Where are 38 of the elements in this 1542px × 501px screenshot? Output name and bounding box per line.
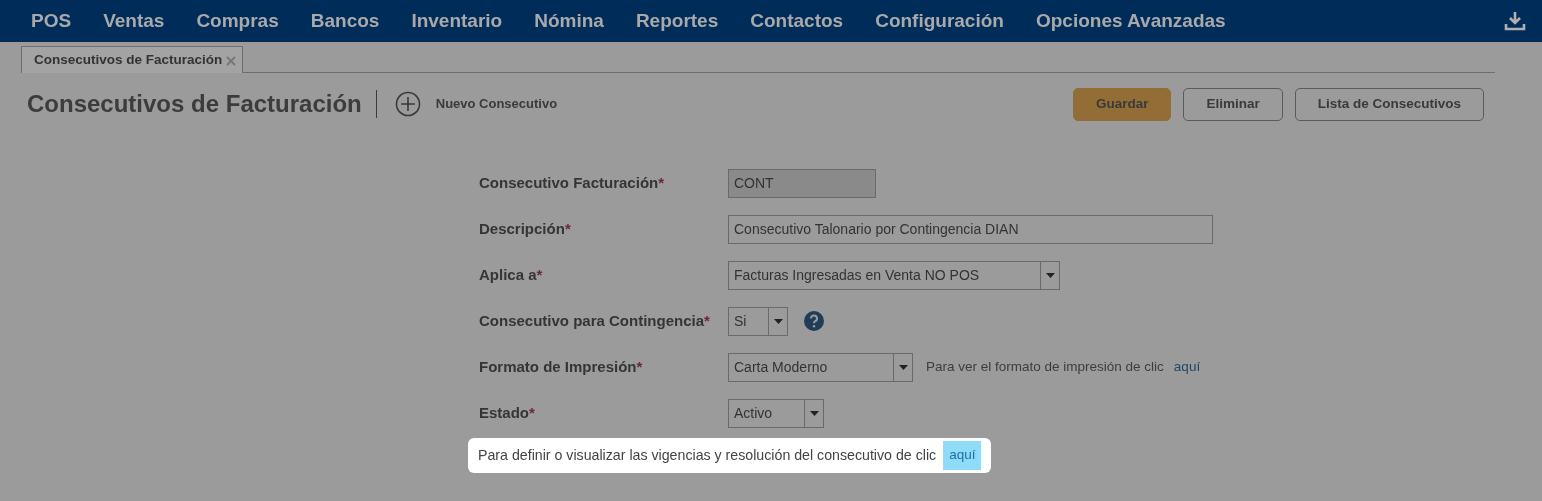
- caret-icon: [809, 410, 819, 416]
- nav-menu-item[interactable]: Nómina: [534, 6, 604, 36]
- dropdown[interactable]: Carta Moderno: [728, 352, 913, 382]
- action-button[interactable]: Lista de Consecutivos: [1294, 87, 1484, 121]
- action-button[interactable]: Eliminar: [1183, 87, 1283, 121]
- field-label: Aplica a*: [479, 264, 544, 285]
- nav-menu-item[interactable]: Inventario: [411, 6, 503, 36]
- caret-icon: [773, 318, 783, 324]
- link[interactable]: aquí: [943, 441, 982, 470]
- add-icon[interactable]: [394, 91, 421, 117]
- new-item-button[interactable]: Nuevo Consecutivo: [435, 94, 558, 114]
- nav-menu-item[interactable]: Configuración: [875, 6, 1004, 36]
- save-button[interactable]: Guardar: [1072, 87, 1172, 121]
- field-label: Estado*: [479, 402, 536, 423]
- download-icon[interactable]: [1504, 10, 1526, 32]
- nav-menu-item[interactable]: Reportes: [635, 6, 719, 36]
- link[interactable]: aquí: [1173, 356, 1201, 378]
- nav-menu-item[interactable]: Contactos: [750, 6, 844, 36]
- nav-menu-item[interactable]: Opciones Avanzadas: [1035, 6, 1226, 36]
- nav-menu-item[interactable]: Bancos: [310, 6, 380, 36]
- tab[interactable]: Consecutivos de Facturación: [21, 46, 244, 73]
- field-label: Consecutivo Facturación*: [479, 172, 666, 193]
- dropdown[interactable]: Si: [728, 306, 788, 336]
- caret-icon: [1045, 272, 1055, 278]
- helper-text: Para ver el formato de impresión de clic: [926, 357, 1164, 376]
- input-field[interactable]: Consecutivo Talonario por Contingencia DIAN: [728, 214, 1213, 244]
- nav-menu-item[interactable]: POS: [31, 6, 72, 36]
- dropdown[interactable]: Activo: [728, 398, 824, 428]
- page-title: Consecutivos de Facturación: [27, 89, 362, 119]
- dropdown[interactable]: Facturas Ingresadas en Venta NO POS: [728, 260, 1060, 290]
- highlight-text: Para definir o visualizar las vigencias y resolución del consecutivo de clic: [478, 445, 937, 465]
- nav-menu-item[interactable]: Compras: [196, 6, 279, 36]
- caret-icon: [898, 364, 908, 370]
- field-label: Formato de Impresión*: [479, 356, 644, 377]
- field-label: Descripción*: [479, 218, 572, 239]
- help-icon[interactable]: [804, 311, 824, 331]
- nav-menu-item[interactable]: Ventas: [103, 6, 165, 36]
- field-label: Consecutivo para Contingencia*: [479, 310, 711, 331]
